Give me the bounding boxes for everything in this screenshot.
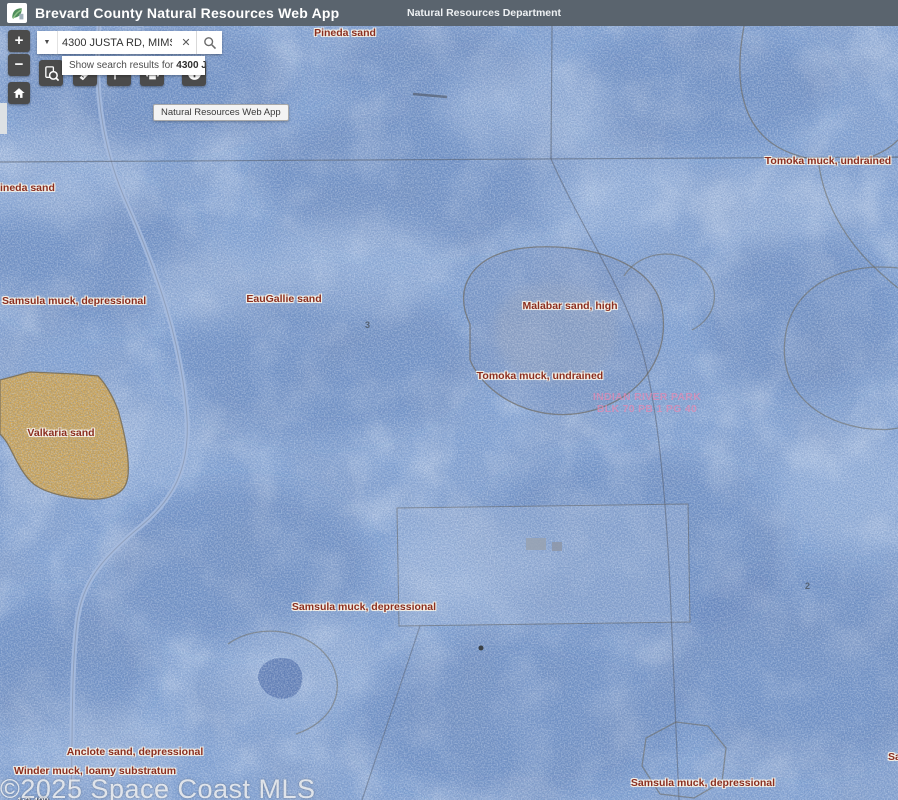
search-submit-button[interactable]	[196, 31, 222, 54]
search-input[interactable]	[58, 31, 176, 54]
home-icon	[12, 86, 26, 100]
app-header: Brevard County Natural Resources Web App…	[0, 0, 898, 26]
map-viewport[interactable]: Pineda sand Pineda sand Tomoka muck, undra…	[0, 26, 898, 800]
soil-unit-number: 2	[805, 581, 810, 591]
leaf-icon	[9, 5, 25, 21]
soil-label: Valkaria sand	[27, 427, 94, 439]
search-icon	[203, 36, 217, 50]
subdivision-label: INDIAN RIVER PARK BLK 70 PB 1 PG 40	[593, 391, 701, 415]
zoom-out-button[interactable]: −	[8, 54, 30, 76]
department-name: Natural Resources Department	[407, 7, 561, 19]
address-search-widget: ▼ ✕	[37, 31, 222, 54]
panel-edge-strip	[0, 103, 7, 134]
soil-label: Anclote sand, depressional	[67, 746, 204, 758]
building	[526, 538, 546, 550]
soil-label: Samsula muck, depressional	[292, 601, 436, 613]
soil-label: Pineda sand	[0, 182, 55, 194]
soil-label: Malabar sand, high	[522, 300, 617, 312]
soil-label: EauGallie sand	[246, 293, 321, 305]
suggestion-prefix: Show search results for	[69, 60, 176, 71]
natural-resources-web-app: Pineda sand Pineda sand Tomoka muck, undra…	[0, 0, 898, 800]
soil-label: Tomoka muck, undrained	[765, 155, 891, 167]
soil-unit-number: 3	[365, 320, 370, 330]
zoom-in-button[interactable]: +	[8, 30, 30, 52]
search-suggestion[interactable]: Show search results for 4300 J...	[62, 56, 205, 75]
soil-label: Samsula muck, depressional	[888, 751, 898, 763]
map-scale: 1:2,400	[17, 796, 49, 800]
imagery-noise-light	[0, 26, 898, 800]
soil-label: Pineda sand	[314, 27, 376, 39]
suggestion-term: 4300 J...	[176, 60, 205, 71]
app-title: Brevard County Natural Resources Web App	[35, 5, 339, 21]
home-extent-button[interactable]	[8, 82, 30, 104]
clear-search-button[interactable]: ✕	[176, 31, 196, 54]
subdivision-label-line1: INDIAN RIVER PARK	[593, 391, 701, 403]
subdivision-label-line2: BLK 70 PB 1 PG 40	[593, 403, 701, 415]
soil-label: Tomoka muck, undrained	[477, 370, 603, 382]
point-marker	[479, 646, 484, 651]
search-source-dropdown[interactable]: ▼	[37, 31, 58, 54]
search-document-icon	[43, 65, 60, 82]
soil-label: Samsula muck, depressional	[2, 295, 146, 307]
search-attributes-tool-button[interactable]	[39, 60, 63, 86]
toolbar-tooltip: Natural Resources Web App	[153, 104, 289, 121]
building	[552, 542, 562, 551]
county-leaf-logo	[7, 3, 27, 23]
map-canvas[interactable]	[0, 26, 898, 800]
soil-label: Samsula muck, depressional	[631, 777, 775, 789]
